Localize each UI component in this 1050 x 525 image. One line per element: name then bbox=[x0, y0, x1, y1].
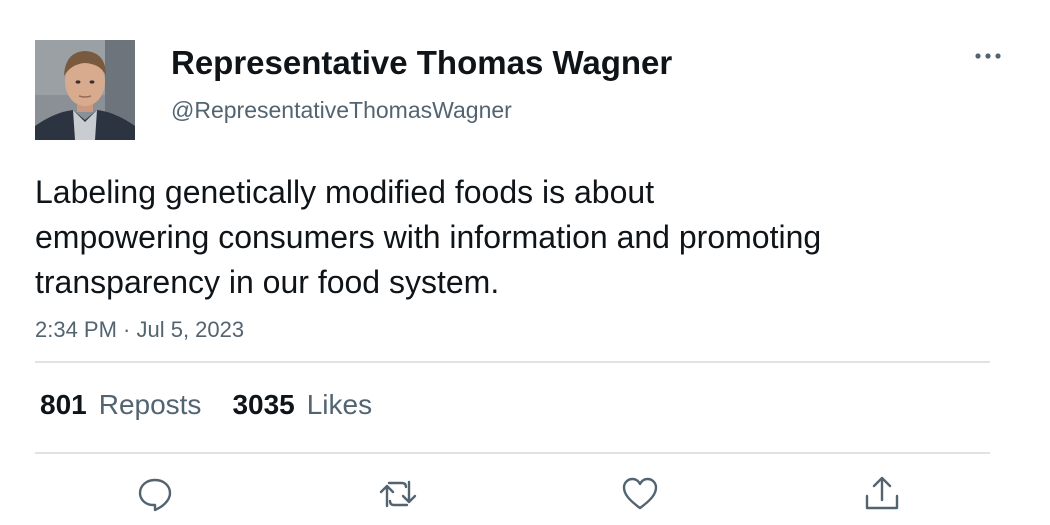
avatar[interactable] bbox=[35, 40, 135, 140]
reposts-stat[interactable]: 801 Reposts bbox=[40, 385, 201, 425]
share-icon[interactable] bbox=[862, 474, 902, 514]
likes-count: 3035 bbox=[232, 389, 295, 420]
reposts-label: Reposts bbox=[98, 389, 202, 420]
reply-icon[interactable] bbox=[135, 474, 175, 514]
likes-stat[interactable]: 3035 Likes bbox=[232, 385, 372, 425]
reposts-count: 801 bbox=[40, 389, 87, 420]
author-handle[interactable]: @RepresentativeThomasWagner bbox=[171, 94, 512, 126]
more-options-icon[interactable] bbox=[968, 40, 1008, 70]
divider bbox=[35, 361, 990, 363]
tweet-text: Labeling genetically modified foods is a… bbox=[35, 170, 955, 305]
tweet-text-line: Labeling genetically modified foods is a… bbox=[35, 174, 655, 210]
tweet-text-line: empowering consumers with information an… bbox=[35, 219, 822, 255]
tweet-text-line: transparency in our food system. bbox=[35, 264, 500, 300]
repost-icon[interactable] bbox=[378, 474, 418, 514]
tweet-timestamp[interactable]: 2:34 PM · Jul 5, 2023 bbox=[35, 314, 244, 346]
likes-label: Likes bbox=[306, 389, 373, 420]
author-name[interactable]: Representative Thomas Wagner bbox=[171, 40, 672, 86]
engagement-stats: 801 Reposts 3035 Likes bbox=[40, 385, 372, 425]
avatar-portrait bbox=[35, 40, 135, 140]
divider bbox=[35, 452, 990, 454]
like-icon[interactable] bbox=[620, 474, 660, 514]
